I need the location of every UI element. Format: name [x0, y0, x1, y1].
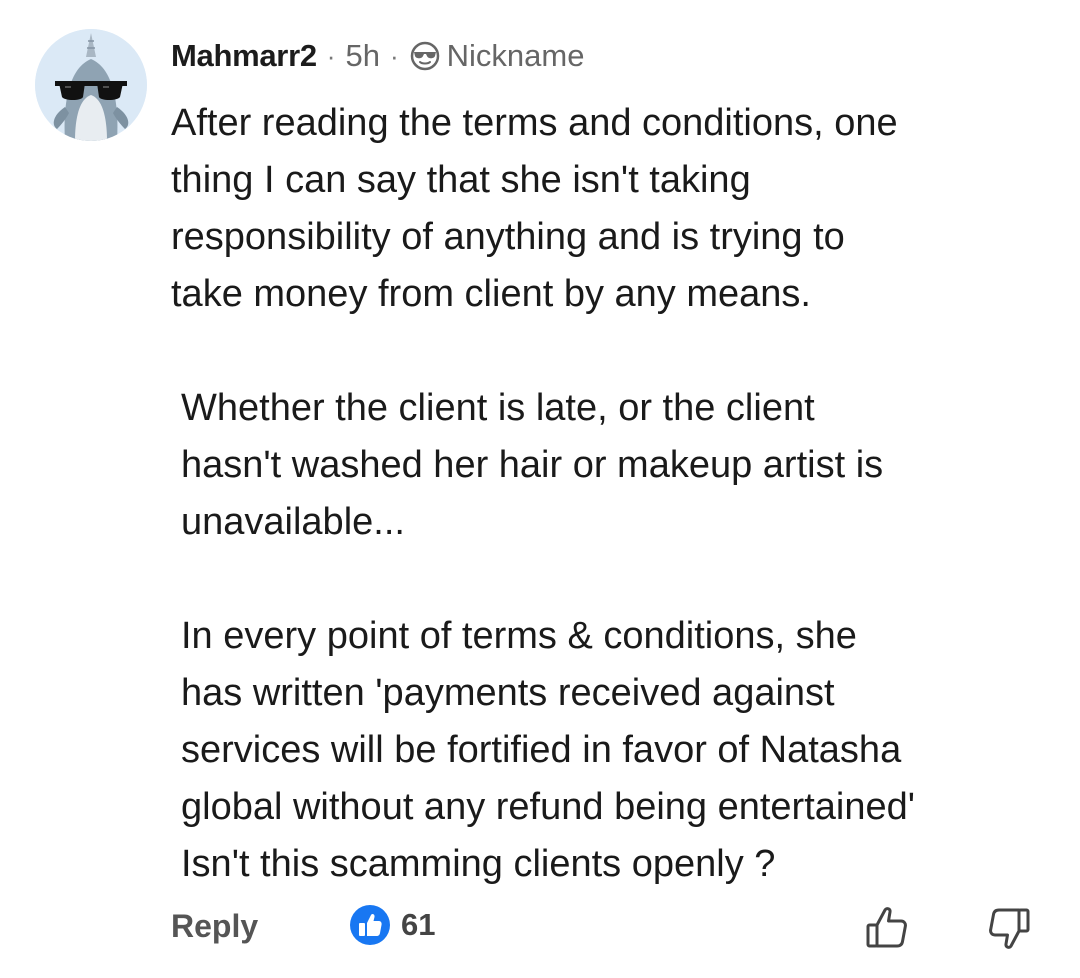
reaction-summary[interactable]: 61 — [349, 904, 435, 946]
narwhal-avatar-icon — [35, 29, 147, 141]
comment-paragraph: Whether the client is late, or the clien… — [181, 387, 884, 543]
comment-age: 5h — [345, 38, 380, 73]
sunglasses-face-icon — [409, 40, 441, 72]
nickname-badge: Nickname — [446, 38, 585, 73]
separator: · — [389, 40, 399, 71]
comment-paragraph: In every point of terms & conditions, sh… — [181, 615, 916, 885]
thumbs-up-badge-icon — [349, 904, 391, 946]
thumbs-down-icon[interactable] — [983, 902, 1035, 954]
separator: · — [326, 40, 336, 71]
thumbs-up-icon[interactable] — [861, 902, 913, 954]
comment-body: After reading the terms and conditions, … — [171, 95, 1051, 893]
upvote-count: 61 — [401, 907, 436, 942]
comment-paragraph: After reading the terms and conditions, … — [171, 102, 898, 315]
comment-actions: Reply 61 — [171, 900, 1041, 960]
avatar[interactable] — [35, 29, 147, 141]
author-name[interactable]: Mahmarr2 — [171, 38, 317, 74]
comment-header: Mahmarr2 · 5h · Nickname — [171, 34, 584, 78]
comment-card: Mahmarr2 · 5h · Nickname After reading t… — [0, 0, 1080, 978]
reply-button[interactable]: Reply — [171, 908, 258, 945]
